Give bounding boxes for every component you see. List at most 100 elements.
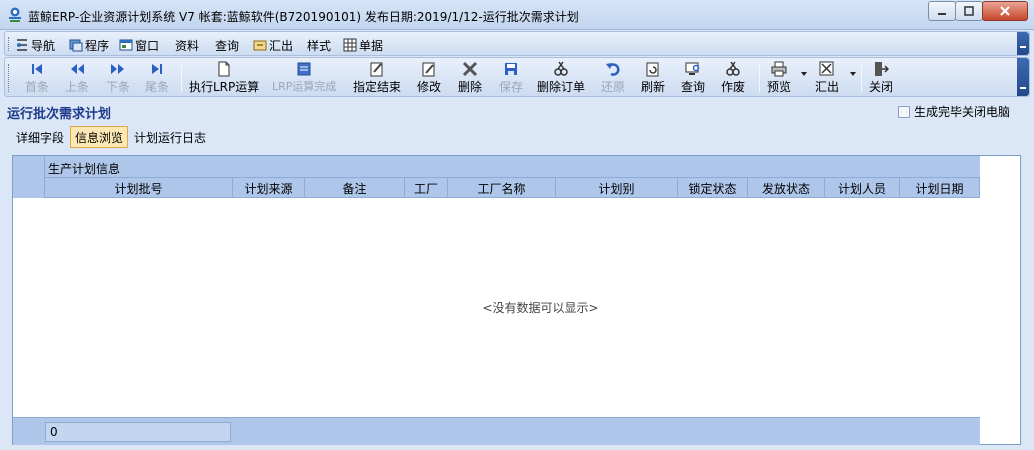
next-record-button[interactable]: 下条 — [106, 61, 130, 95]
menu-label: 窗口 — [135, 38, 160, 53]
column-header[interactable]: 备注 — [305, 178, 405, 198]
void-label: 作废 — [721, 80, 746, 94]
delete-button[interactable]: 删除 — [458, 61, 482, 95]
maximize-button[interactable] — [955, 1, 983, 21]
undo-icon — [606, 63, 620, 76]
restore-button[interactable]: 还原 — [601, 61, 625, 95]
first-record-button[interactable]: 首条 — [25, 61, 49, 95]
lrp-done-label: LRP运算完成 — [272, 80, 337, 93]
menu-label: 单据 — [359, 38, 384, 53]
exit-icon — [875, 62, 889, 76]
preview-dropdown-icon[interactable] — [801, 72, 807, 76]
column-header[interactable]: 计划别 — [556, 178, 678, 198]
tab-strip: 详细字段 信息浏览 计划运行日志 — [12, 126, 212, 148]
refresh-button[interactable]: 刷新 — [641, 61, 665, 95]
data-grid: 生产计划信息 计划批号 计划来源 备注 工厂 工厂名称 计划别 锁定状态 发放状… — [12, 155, 1021, 445]
tab-detail-fields[interactable]: 详细字段 — [12, 126, 68, 148]
export-dropdown-icon[interactable] — [850, 72, 856, 76]
last-record-button[interactable]: 尾条 — [145, 61, 169, 95]
menu-label: 程序 — [85, 38, 110, 53]
column-header[interactable]: 工厂名称 — [448, 178, 556, 198]
menu-label: 资料 — [175, 38, 200, 53]
column-header[interactable]: 计划日期 — [900, 178, 980, 198]
query-icon — [685, 62, 700, 75]
run-lrp-icon — [218, 61, 230, 77]
window-controls — [928, 1, 1028, 21]
column-header[interactable]: 发放状态 — [748, 178, 825, 198]
toolbar-separator — [759, 64, 760, 92]
assign-end-button[interactable]: 指定结束 — [353, 61, 401, 95]
menu-overflow-button[interactable] — [1017, 32, 1029, 55]
refresh-label: 刷新 — [641, 80, 666, 94]
prev-record-label: 上条 — [65, 80, 90, 94]
delete-order-button[interactable]: 删除订单 — [537, 61, 585, 95]
column-header[interactable]: 计划批号 — [45, 178, 233, 198]
minimize-button[interactable] — [928, 1, 956, 21]
export-icon — [253, 40, 267, 51]
menu-grip[interactable] — [8, 37, 11, 51]
document-icon — [343, 38, 357, 52]
toolbar-overflow-button[interactable] — [1017, 58, 1029, 96]
checkbox-box[interactable] — [898, 105, 910, 118]
close-after-done-checkbox[interactable]: 生成完毕关闭电脑 — [898, 103, 1010, 120]
edit-icon — [422, 62, 435, 77]
menu-window[interactable]: 窗口 — [119, 37, 159, 53]
save-icon — [505, 63, 517, 75]
page-title: 运行批次需求计划 — [7, 107, 112, 122]
program-icon — [69, 39, 83, 52]
next-record-icon — [111, 64, 124, 74]
first-record-icon — [32, 64, 42, 74]
navigation-icon — [17, 39, 27, 51]
modify-button[interactable]: 修改 — [417, 61, 441, 95]
delete-order-label: 删除订单 — [537, 80, 586, 94]
menu-data[interactable]: 资料 — [175, 37, 199, 53]
close-window-button[interactable] — [982, 1, 1028, 21]
menu-label: 查询 — [215, 38, 240, 53]
last-record-icon — [152, 64, 162, 74]
delete-label: 删除 — [458, 80, 483, 94]
last-record-label: 尾条 — [145, 80, 170, 94]
menu-label: 样式 — [307, 38, 332, 53]
toolbar: 首条 上条 下条 尾条 执行LRP运算 LRP运算完成 指定结束 修改 删除 保… — [4, 57, 1030, 97]
save-button[interactable]: 保存 — [499, 61, 523, 95]
restore-label: 还原 — [601, 80, 626, 94]
grid-group-header: 生产计划信息 — [45, 156, 980, 178]
menu-document[interactable]: 单据 — [343, 37, 383, 53]
query-button[interactable]: 查询 — [681, 61, 705, 95]
modify-label: 修改 — [417, 80, 442, 94]
tab-run-log[interactable]: 计划运行日志 — [130, 126, 210, 148]
prev-record-icon — [71, 64, 84, 74]
refresh-icon — [646, 62, 659, 77]
prev-record-button[interactable]: 上条 — [65, 61, 89, 95]
toolbar-separator — [861, 64, 862, 92]
menu-bar: 导航 程序 窗口 资料 查询 汇出 样式 单据 — [4, 31, 1030, 56]
footer-count: 0 — [45, 422, 231, 442]
column-header[interactable]: 计划人员 — [825, 178, 900, 198]
printer-icon — [771, 61, 787, 77]
close-button[interactable]: 关闭 — [869, 61, 893, 95]
app-logo-icon — [9, 7, 21, 22]
close-icon — [1000, 6, 1010, 16]
column-header[interactable]: 工厂 — [405, 178, 448, 198]
grid-column-headers: 计划批号 计划来源 备注 工厂 工厂名称 计划别 锁定状态 发放状态 计划人员 … — [45, 178, 980, 198]
menu-label: 导航 — [31, 38, 56, 53]
tab-info-browse[interactable]: 信息浏览 — [70, 126, 129, 148]
export-button[interactable]: 汇出 — [815, 61, 839, 95]
delete-order-icon — [554, 61, 568, 76]
close-label: 关闭 — [869, 80, 894, 94]
void-icon — [726, 61, 740, 76]
toolbar-separator — [181, 64, 182, 92]
menu-style[interactable]: 样式 — [307, 37, 331, 53]
lrp-done-button[interactable]: LRP运算完成 — [272, 61, 336, 95]
column-header[interactable]: 计划来源 — [233, 178, 305, 198]
column-header[interactable]: 锁定状态 — [678, 178, 748, 198]
preview-button[interactable]: 预览 — [767, 61, 791, 95]
group-header-label: 生产计划信息 — [48, 162, 121, 176]
menu-query[interactable]: 查询 — [215, 37, 239, 53]
menu-export[interactable]: 汇出 — [253, 37, 293, 53]
run-lrp-button[interactable]: 执行LRP运算 — [189, 61, 259, 95]
toolbar-grip[interactable] — [8, 64, 11, 92]
menu-navigation[interactable]: 导航 — [15, 37, 55, 53]
void-button[interactable]: 作废 — [721, 61, 745, 95]
menu-program[interactable]: 程序 — [69, 37, 109, 53]
